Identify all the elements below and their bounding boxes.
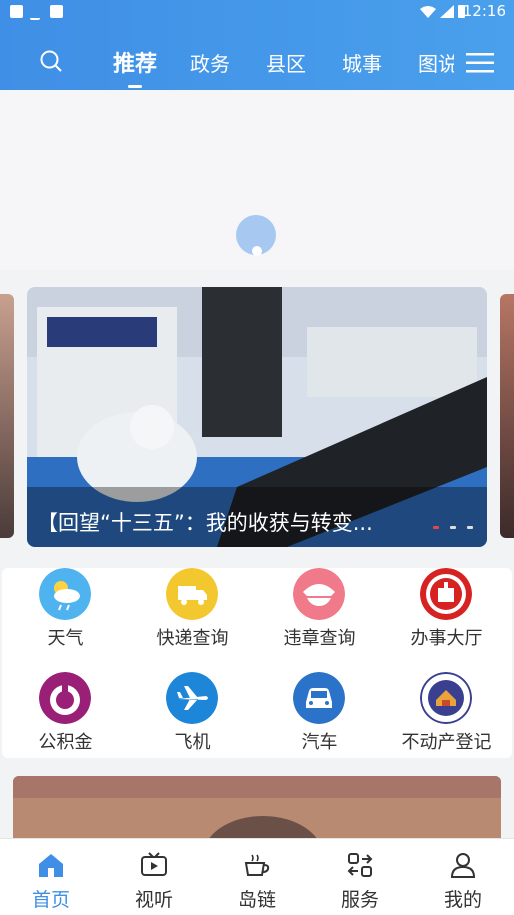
truck-icon	[166, 568, 218, 620]
service-grid: 天气 快递查询 违章查询 办事大厅 公积金 飞机 汽车 不动产登记	[2, 568, 512, 758]
service-flights[interactable]: 飞机	[129, 672, 256, 768]
menu-icon[interactable]	[466, 53, 494, 73]
carousel-indicator	[427, 514, 473, 533]
nav-services[interactable]: 服务	[309, 839, 411, 915]
news-feed-card[interactable]	[13, 776, 501, 846]
nav-profile[interactable]: 我的	[412, 839, 514, 915]
airplane-icon	[166, 672, 218, 724]
car-icon	[293, 672, 345, 724]
service-express[interactable]: 快递查询	[129, 568, 256, 664]
bottom-nav: 首页 视听 岛链 服务 我的	[0, 838, 514, 915]
carousel-caption: 【回望“十三五”：我的收获与转变...	[37, 511, 373, 535]
service-violation[interactable]: 违章查询	[256, 568, 383, 664]
carousel-dot	[467, 526, 473, 529]
service-car[interactable]: 汽车	[256, 672, 383, 768]
home-icon	[39, 854, 63, 877]
real-estate-emblem-icon	[420, 672, 472, 724]
next-slide-peek[interactable]	[500, 294, 514, 538]
tab-government[interactable]: 政务	[190, 48, 230, 77]
weather-icon	[39, 568, 91, 620]
carousel-slide[interactable]: 【回望“十三五”：我的收获与转变...	[27, 287, 487, 547]
tab-counties[interactable]: 县区	[266, 48, 306, 77]
service-hall-logo-icon	[420, 568, 472, 620]
service-hall[interactable]: 办事大厅	[383, 568, 510, 664]
service-label: 公积金	[38, 732, 93, 753]
feed-thumbnail	[13, 776, 501, 846]
tab-city-news[interactable]: 城事	[342, 48, 382, 77]
service-label: 不动产登记	[401, 732, 492, 753]
nav-label: 视听	[134, 889, 173, 911]
service-weather[interactable]: 天气	[2, 568, 129, 664]
download-icon	[30, 5, 40, 20]
services-grid-icon	[347, 853, 373, 877]
tab-recommend[interactable]: 推荐	[113, 46, 157, 78]
tv-icon	[141, 852, 167, 876]
coffee-cup-icon	[244, 854, 270, 876]
signal-icon	[440, 5, 454, 18]
housing-fund-icon	[39, 672, 91, 724]
nav-label: 首页	[31, 889, 70, 911]
wifi-icon	[420, 6, 436, 18]
service-real-estate[interactable]: 不动产登记	[383, 672, 510, 768]
nav-home[interactable]: 首页	[0, 839, 102, 915]
channel-tabs: 推荐 政务 县区 城事 图说	[0, 38, 514, 88]
news-carousel[interactable]: 【回望“十三五”：我的收获与转变...	[0, 286, 514, 548]
service-label: 飞机	[174, 732, 211, 753]
carousel-dot	[449, 526, 456, 529]
service-label: 汽车	[301, 732, 338, 753]
service-label: 违章查询	[283, 628, 356, 649]
nav-island-chain[interactable]: 岛链	[206, 839, 308, 915]
service-label: 快递查询	[156, 628, 229, 649]
nav-video[interactable]: 视听	[103, 839, 205, 915]
notification-icon	[10, 5, 23, 18]
nav-label: 岛链	[237, 889, 276, 911]
active-tab-indicator	[128, 85, 142, 88]
carousel-dot	[432, 526, 439, 529]
loading-spinner-dot	[252, 246, 262, 256]
app-notification-icon	[50, 5, 63, 18]
service-housing-fund[interactable]: 公积金	[2, 672, 129, 768]
tab-photos[interactable]: 图说	[418, 48, 454, 77]
clock: 12:16	[462, 2, 506, 20]
police-cap-icon	[293, 568, 345, 620]
app-header: 12:16 推荐 政务 县区 城事 图说	[0, 0, 514, 90]
status-bar: 12:16	[0, 0, 514, 24]
user-icon	[450, 853, 476, 878]
nav-label: 我的	[443, 889, 482, 911]
nav-label: 服务	[340, 889, 379, 911]
service-label: 天气	[47, 628, 84, 649]
service-label: 办事大厅	[410, 628, 483, 649]
prev-slide-peek[interactable]	[0, 294, 14, 538]
